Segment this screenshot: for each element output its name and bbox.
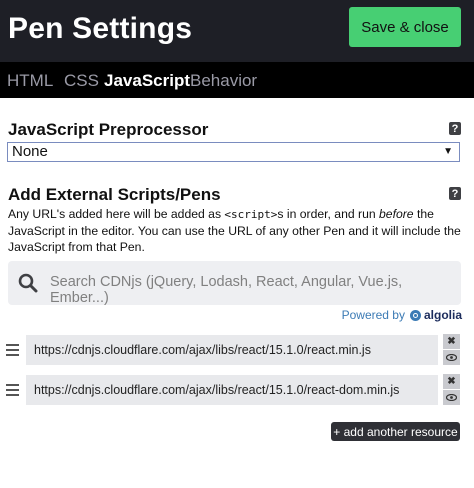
help-icon[interactable]: ? xyxy=(449,187,461,200)
powered-by-algolia[interactable]: Powered by algolia xyxy=(342,308,462,322)
desc-text: s in order, and run xyxy=(277,207,380,221)
algolia-icon xyxy=(409,309,421,321)
preprocessor-select[interactable]: None ▼ xyxy=(7,142,460,162)
view-resource-icon[interactable] xyxy=(443,390,460,405)
tab-behavior[interactable]: Behavior xyxy=(190,71,257,91)
preprocessor-selected-value: None xyxy=(12,143,48,160)
cdnjs-search-field[interactable]: Search CDNjs (jQuery, Lodash, React, Ang… xyxy=(8,261,461,306)
powered-by-label: Powered by xyxy=(341,308,405,322)
drag-handle-icon[interactable] xyxy=(6,384,20,396)
save-close-button[interactable]: Save & close xyxy=(349,7,461,47)
search-placeholder: Search CDNjs (jQuery, Lodash, React, Ang… xyxy=(50,274,403,306)
header-bar: Pen Settings Save & close xyxy=(0,0,474,62)
tab-javascript[interactable]: JavaScript xyxy=(104,71,190,91)
remove-resource-icon[interactable]: ✖ xyxy=(443,334,460,349)
preprocessor-title: JavaScript Preprocessor xyxy=(8,120,209,139)
search-icon xyxy=(18,273,38,293)
tab-bar: HTML CSS JavaScript Behavior xyxy=(0,62,474,98)
external-description: Any URL's added here will be added as <s… xyxy=(8,206,464,255)
page-title: Pen Settings xyxy=(8,12,193,45)
resource-url-input[interactable]: https://cdnjs.cloudflare.com/ajax/libs/r… xyxy=(26,335,438,365)
external-scripts-title: Add External Scripts/Pens xyxy=(8,185,221,204)
remove-resource-icon[interactable]: ✖ xyxy=(443,374,460,389)
algolia-label: algolia xyxy=(423,308,462,322)
desc-code: <script> xyxy=(224,208,278,221)
chevron-down-icon: ▼ xyxy=(443,146,453,157)
tab-html[interactable]: HTML xyxy=(7,71,53,91)
add-resource-button[interactable]: + add another resource xyxy=(331,422,460,441)
desc-text: Any URL's added here will be added as xyxy=(8,207,225,221)
view-resource-icon[interactable] xyxy=(443,350,460,365)
desc-emphasis: before xyxy=(379,207,414,221)
help-icon[interactable]: ? xyxy=(449,122,461,135)
tab-css[interactable]: CSS xyxy=(64,71,99,91)
drag-handle-icon[interactable] xyxy=(6,344,20,356)
resource-url-input[interactable]: https://cdnjs.cloudflare.com/ajax/libs/r… xyxy=(26,375,438,405)
